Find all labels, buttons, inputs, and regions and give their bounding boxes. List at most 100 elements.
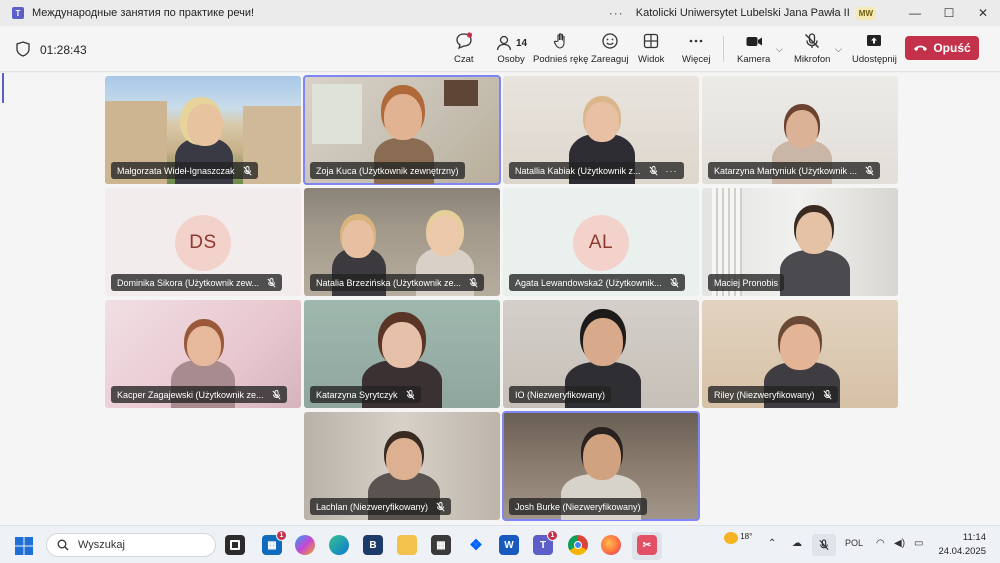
people-icon	[496, 35, 512, 51]
task-view-icon[interactable]	[225, 535, 245, 555]
video-tile[interactable]: Katarzyna Martyniuk (Użytkownik ...	[702, 76, 898, 184]
participant-name: Dominika Sikora (Użytkownik zew...	[117, 277, 260, 288]
camera-button[interactable]: Kamera	[737, 32, 770, 65]
people-button[interactable]: 14 Osoby	[495, 32, 527, 65]
more-options-button[interactable]: ···	[609, 6, 624, 20]
volume-icon[interactable]: ◀)	[894, 538, 905, 549]
wifi-icon[interactable]: ◠	[876, 538, 885, 549]
more-actions-button[interactable]: Więcej	[682, 32, 711, 65]
teams-icon[interactable]: T1	[533, 530, 558, 555]
copilot-icon[interactable]	[295, 535, 315, 555]
windows-start-icon[interactable]	[15, 537, 33, 555]
mic-muted-icon	[405, 389, 415, 399]
camera-label: Kamera	[737, 54, 771, 65]
react-button[interactable]: Zareaguj	[591, 32, 629, 65]
chat-button[interactable]: Czat	[454, 32, 474, 65]
emoji-icon	[602, 33, 618, 49]
avatar: DS	[175, 215, 231, 271]
file-explorer-icon[interactable]	[397, 535, 417, 555]
participant-nameplate: Katarzyna Martyniuk (Użytkownik ...	[708, 162, 881, 179]
view-button[interactable]: Widok	[638, 32, 664, 65]
taskbar-search-input[interactable]: Wyszukaj	[46, 533, 216, 557]
mic-muted-icon	[469, 277, 478, 287]
video-tile[interactable]: Katarzyna Syrytczyk	[304, 300, 500, 408]
hang-up-icon	[914, 45, 928, 51]
firefox-icon[interactable]	[601, 535, 621, 555]
b-app-icon[interactable]: B	[363, 535, 383, 555]
system-clock[interactable]: 11:14 24.04.2025	[936, 531, 986, 559]
video-tile[interactable]: AL Agata Lewandowska2 (Użytkownik...	[503, 188, 699, 296]
mic-muted-icon	[822, 389, 832, 399]
wall-picture	[444, 80, 478, 106]
participant-nameplate: Riley (Niezweryfikowany)	[708, 386, 838, 403]
mic-options-chevron-icon[interactable]: ⌵	[835, 44, 842, 55]
participant-nameplate: IO (Niezweryfikowany)	[509, 386, 612, 403]
video-tile[interactable]: Zoja Kuca (Użytkownik zewnętrzny)	[303, 75, 501, 185]
meeting-toolbar: 01:28:43 Czat 14 Osoby Podnieś rękę Zare…	[0, 26, 1000, 72]
participant-name: Lachlan (Niezweryfikowany)	[316, 501, 429, 512]
window-title: Международные занятия по практике речи!	[32, 7, 255, 19]
more-options-icon[interactable]: ···	[666, 166, 678, 176]
edge-icon[interactable]	[329, 535, 349, 555]
people-label: Osoby	[497, 54, 525, 65]
leave-button[interactable]: Opuść	[905, 36, 979, 60]
participant-name: Małgorzata Wideł-Ignaszczak	[117, 165, 235, 176]
word-icon[interactable]: W	[499, 535, 519, 555]
calculator-icon[interactable]: ▦	[431, 535, 451, 555]
windows-taskbar: Wyszukaj ▦ 1 B ▦ ❖ W T1 ✂ 18° ⌃ ☁ POL ◠ ◀…	[0, 525, 1000, 563]
window-background	[312, 84, 362, 144]
chrome-icon[interactable]	[568, 535, 588, 555]
mic-muted-icon	[649, 165, 658, 175]
video-tile[interactable]: Riley (Niezweryfikowany)	[702, 300, 898, 408]
ms-store-icon[interactable]: ▦ 1	[262, 530, 287, 555]
share-button[interactable]: Udostępnij	[852, 32, 897, 65]
weather-sun-icon	[724, 532, 738, 544]
mic-off-icon	[805, 33, 820, 48]
video-tile[interactable]: Małgorzata Wideł-Ignaszczak	[105, 76, 301, 184]
avatar: AL	[573, 215, 629, 271]
share-label: Udostępnij	[852, 54, 897, 65]
microphone-label: Mikrofon	[794, 54, 831, 65]
tray-chevron-up-icon[interactable]: ⌃	[768, 538, 776, 549]
video-tile[interactable]: DS Dominika Sikora (Użytkownik zew...	[105, 188, 301, 296]
video-tile[interactable]: Natalia Brzezińska (Użytkownik ze...	[304, 188, 500, 296]
maximize-button[interactable]: ☐	[932, 6, 966, 20]
video-tile[interactable]: Kacper Zagajewski (Użytkownik ze...	[105, 300, 301, 408]
share-screen-icon	[867, 35, 882, 46]
raise-hand-button[interactable]: Podnieś rękę	[533, 32, 588, 65]
participant-nameplate: Małgorzata Wideł-Ignaszczak	[111, 162, 258, 179]
video-tile[interactable]: Natallia Kabiak (Użytkownik z... ···	[503, 76, 699, 184]
weather-temperature: 18°	[740, 532, 753, 541]
participant-name: Maciej Pronobis	[714, 277, 779, 288]
snipping-tool-icon[interactable]: ✂	[637, 535, 657, 555]
microphone-button[interactable]: Mikrofon	[794, 32, 830, 65]
participant-nameplate: Maciej Pronobis	[708, 274, 785, 291]
teams-logo-icon: T	[12, 7, 24, 19]
organization-name[interactable]: Katolicki Uniwersytet Lubelski Jana Pawł…	[636, 7, 850, 19]
participant-nameplate: Natallia Kabiak (Użytkownik z... ···	[509, 162, 684, 179]
video-tile[interactable]: Lachlan (Niezweryfikowany)	[304, 412, 500, 520]
onedrive-cloud-icon[interactable]: ☁	[792, 538, 802, 549]
battery-icon[interactable]: ▭	[914, 538, 923, 549]
tray-mic-muted-icon[interactable]	[812, 534, 836, 556]
video-tile[interactable]: IO (Niezweryfikowany)	[503, 300, 699, 408]
participant-nameplate: Lachlan (Niezweryfikowany)	[310, 498, 452, 515]
more-horizontal-icon	[689, 39, 703, 43]
stage-accent-edge	[2, 73, 4, 103]
video-tile[interactable]: Josh Burke (Niezweryfikowany)	[502, 411, 700, 521]
camera-icon	[746, 37, 762, 46]
search-placeholder: Wyszukaj	[78, 539, 125, 551]
close-button[interactable]: ✕	[966, 6, 1000, 20]
camera-options-chevron-icon[interactable]: ⌵	[776, 44, 783, 55]
input-language[interactable]: POL	[845, 538, 863, 548]
video-tile[interactable]: Maciej Pronobis	[702, 188, 898, 296]
people-count: 14	[516, 37, 528, 49]
participant-nameplate: Katarzyna Syrytczyk	[310, 386, 421, 403]
weather-widget[interactable]: 18°	[724, 532, 752, 544]
account-avatar[interactable]: MW	[855, 6, 876, 20]
minimize-button[interactable]: —	[898, 6, 932, 20]
mic-muted-icon	[436, 501, 445, 511]
mic-muted-icon	[243, 165, 252, 175]
clock-date: 24.04.2025	[938, 546, 986, 557]
dropbox-icon[interactable]: ❖	[466, 535, 486, 555]
